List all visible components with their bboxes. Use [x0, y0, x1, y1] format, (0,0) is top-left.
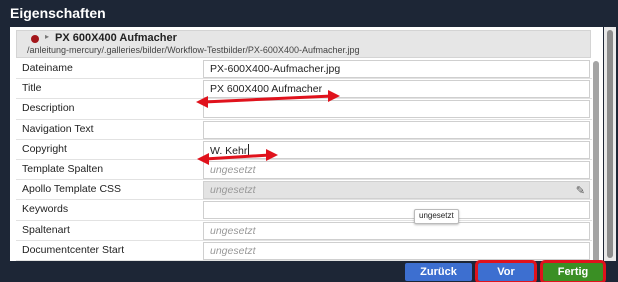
property-label: Description [22, 102, 75, 115]
property-label: Apollo Template CSS [22, 183, 122, 196]
property-row-keywords: Keywords [16, 200, 592, 221]
chevron-right-icon[interactable]: ▸ [45, 32, 49, 41]
property-row-description: Description [16, 99, 592, 120]
properties-panel: ▸ PX 600X400 Aufmacher /anleitung-mercur… [10, 27, 603, 261]
property-input-template-spalten[interactable]: ungesetzt [203, 160, 590, 179]
next-button[interactable]: Vor [475, 260, 537, 282]
copyright-value: W. Kehr [210, 144, 248, 157]
property-label: Spaltenart [22, 223, 70, 236]
property-input-navigation-text[interactable] [203, 120, 590, 139]
property-label: Documentcenter Start [22, 243, 125, 256]
text-cursor [248, 143, 250, 155]
properties-list: Dateiname PX-600X400-Aufmacher.jpg Title… [16, 59, 592, 261]
back-button[interactable]: Zurück [405, 263, 472, 281]
property-row-title: Title PX 600X400 Aufmacher [16, 79, 592, 100]
property-row-template-spalten: Template Spalten ungesetzt [16, 160, 592, 181]
property-label: Navigation Text [22, 122, 94, 135]
property-input-apollo-template-css[interactable]: ungesetzt ✎ [203, 181, 590, 200]
pencil-icon[interactable]: ✎ [576, 184, 585, 197]
property-label: Copyright [22, 142, 67, 155]
property-row-spaltenart: Spaltenart ungesetzt [16, 221, 592, 241]
properties-dialog: Eigenschaften ▸ PX 600X400 Aufmacher /an… [0, 0, 618, 282]
tooltip: ungesetzt [414, 209, 459, 224]
status-dot-icon [31, 35, 39, 43]
property-label: Keywords [22, 203, 69, 216]
property-label: Template Spalten [22, 162, 104, 175]
apollo-css-value: ungesetzt [210, 184, 256, 197]
property-row-copyright: Copyright W. Kehr [16, 140, 592, 160]
inner-scrollbar[interactable] [593, 61, 599, 261]
property-input-description[interactable] [203, 100, 590, 119]
property-row-dateiname: Dateiname PX-600X400-Aufmacher.jpg [16, 59, 592, 80]
property-input-title[interactable]: PX 600X400 Aufmacher [203, 80, 590, 99]
property-row-documentcenter-start: Documentcenter Start ungesetzt [16, 241, 592, 261]
resource-header: ▸ PX 600X400 Aufmacher /anleitung-mercur… [16, 30, 591, 58]
inner-scrollbar-thumb[interactable] [593, 61, 599, 261]
property-label: Title [22, 82, 42, 95]
resource-path: /anleitung-mercury/.galleries/bilder/Wor… [27, 45, 360, 55]
property-input-spaltenart[interactable]: ungesetzt [203, 221, 590, 240]
property-label: Dateiname [22, 62, 73, 74]
property-row-apollo-template-css: Apollo Template CSS ungesetzt ✎ [16, 180, 592, 201]
property-input-dateiname[interactable]: PX-600X400-Aufmacher.jpg [203, 60, 590, 78]
property-input-documentcenter-start[interactable]: ungesetzt [203, 241, 590, 260]
property-input-copyright[interactable]: W. Kehr [203, 140, 590, 159]
dialog-title: Eigenschaften [0, 0, 618, 27]
outer-scrollbar-thumb[interactable] [607, 30, 613, 258]
property-row-navigation-text: Navigation Text [16, 120, 592, 140]
outer-scrollbar[interactable] [604, 27, 616, 261]
finish-button[interactable]: Fertig [540, 260, 606, 282]
resource-name: PX 600X400 Aufmacher [55, 32, 177, 44]
property-input-keywords[interactable] [203, 201, 590, 220]
